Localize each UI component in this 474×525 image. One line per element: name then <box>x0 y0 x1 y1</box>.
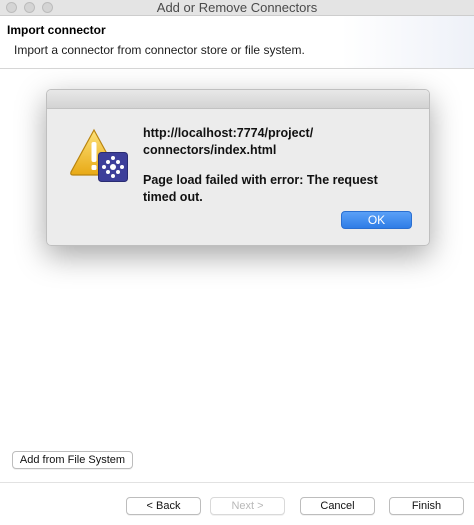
dialog-icon <box>69 128 131 184</box>
finish-button[interactable]: Finish <box>389 497 464 515</box>
dialog-error-message: Page load failed with error: The request… <box>143 172 403 206</box>
wizard-header: Import connector Import a connector from… <box>0 16 474 69</box>
dialog-url: http://localhost:7774/project/ connector… <box>143 125 403 159</box>
dialog-url-line-1: http://localhost:7774/project/ <box>143 126 314 140</box>
window-titlebar: Add or Remove Connectors <box>0 0 474 16</box>
dialog-error-line-2: timed out. <box>143 190 203 204</box>
page-description: Import a connector from connector store … <box>14 43 305 57</box>
page-title: Import connector <box>7 23 106 37</box>
footer-divider <box>0 482 474 483</box>
error-dialog: http://localhost:7774/project/ connector… <box>46 89 430 246</box>
add-from-file-system-button[interactable]: Add from File System <box>12 451 133 469</box>
dialog-url-line-2: connectors/index.html <box>143 143 277 157</box>
dialog-error-line-1: Page load failed with error: The request <box>143 173 378 187</box>
dialog-titlebar <box>47 90 429 109</box>
app-badge-icon <box>98 152 128 182</box>
ok-button[interactable]: OK <box>341 211 412 229</box>
window-title: Add or Remove Connectors <box>156 0 318 15</box>
back-button[interactable]: < Back <box>126 497 201 515</box>
cancel-button[interactable]: Cancel <box>300 497 375 515</box>
next-button[interactable]: Next > <box>210 497 285 515</box>
